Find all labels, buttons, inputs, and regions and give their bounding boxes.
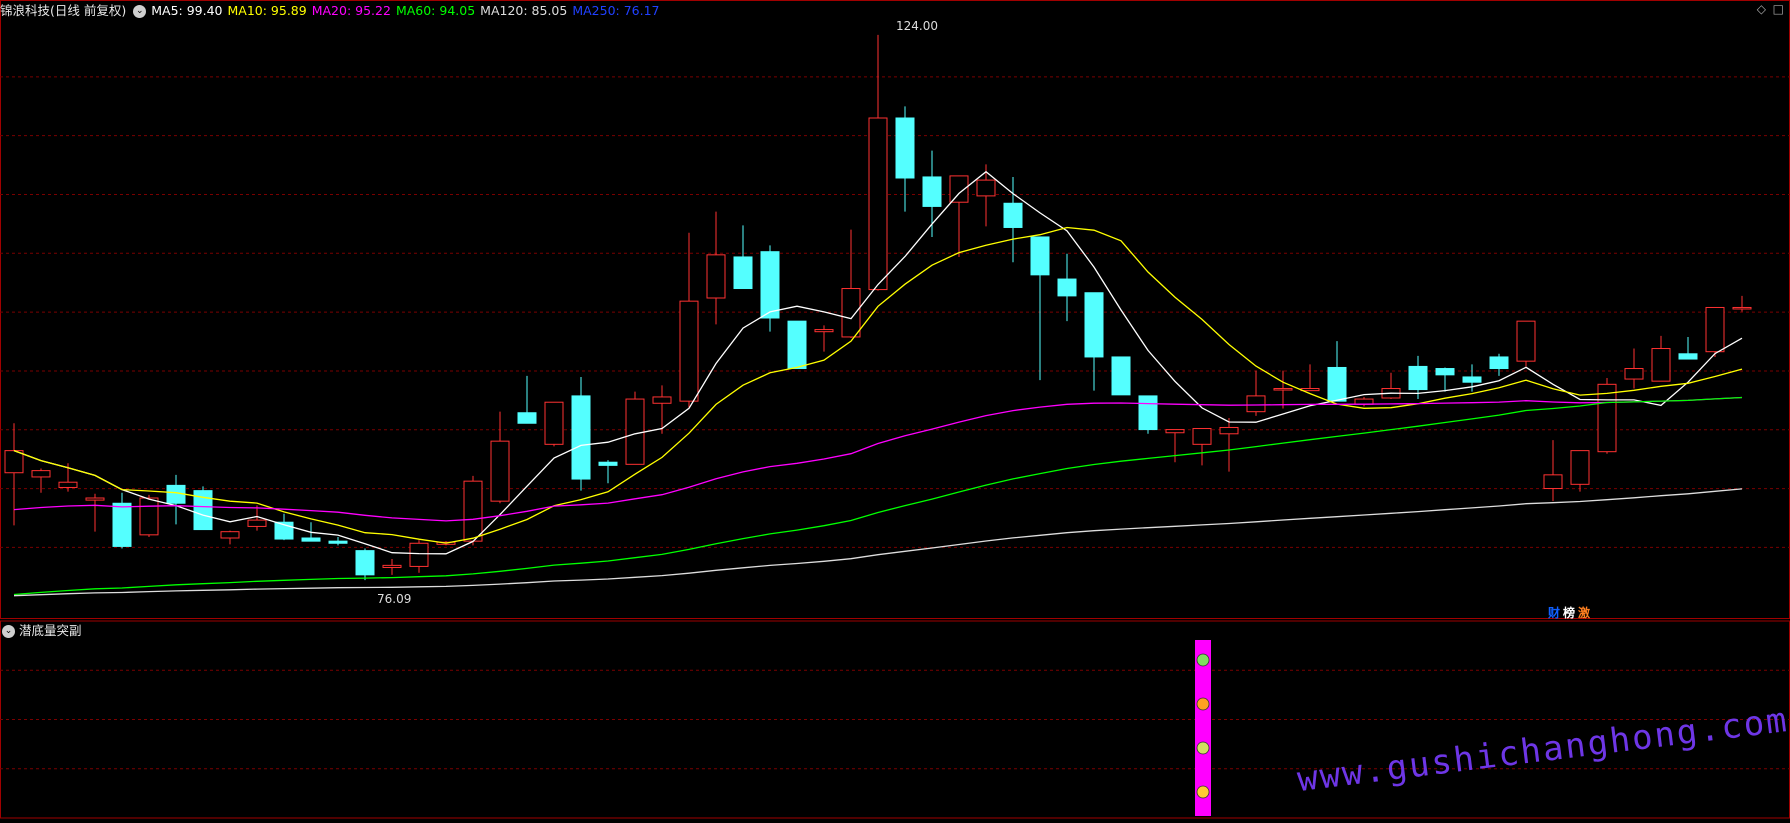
subpanel-title: 潜底量突副 [19, 623, 82, 638]
candle-body [760, 251, 780, 319]
signal-icon [1196, 653, 1210, 667]
ma20-label: MA20: 95.22 [311, 3, 391, 18]
candle-body [1435, 368, 1455, 376]
candle-body [247, 519, 267, 527]
ma250-label: MA250: 76.17 [572, 3, 660, 18]
candle-body [409, 542, 429, 567]
candle-body [328, 540, 348, 544]
candle-body [625, 398, 645, 465]
candle-body [868, 117, 888, 291]
event-tag: 激 [1578, 605, 1590, 620]
candle-body [463, 480, 483, 542]
candle-body [1192, 428, 1212, 445]
main-chart-header: 锦浪科技(日线 前复权) ⌄ MA5: 99.40 MA10: 95.89 MA20: … [0, 0, 1790, 22]
expand-icon[interactable]: □ [1773, 2, 1784, 16]
candle-body [490, 440, 510, 502]
candle-body [841, 288, 861, 338]
candle-body [1138, 395, 1158, 431]
candle-body [1516, 320, 1536, 362]
candle-body [517, 412, 537, 424]
diamond-icon[interactable]: ◇ [1757, 2, 1766, 16]
candle-body [652, 396, 672, 404]
candle-body [1705, 306, 1725, 353]
ma60-line [13, 396, 1743, 596]
ma20-line [13, 396, 1743, 522]
candle-body [1273, 388, 1293, 391]
candle-body [301, 537, 321, 542]
candle-body [679, 300, 699, 402]
candle-body [112, 502, 132, 547]
candle-body [31, 470, 51, 478]
chevron-down-icon[interactable]: ⌄ [2, 625, 15, 638]
candle-body [1651, 348, 1671, 382]
ma5-label: MA5: 99.40 [151, 3, 223, 18]
candle-body [895, 117, 915, 179]
candle-body [382, 564, 402, 568]
candle-body [1003, 202, 1023, 228]
stock-chart-window: 124.00 76.09 财榜激 锦浪科技(日线 前复权) ⌄ MA5: 99.40 MA… [0, 0, 1790, 823]
candle-body [1489, 356, 1509, 370]
candle-body [58, 481, 78, 488]
candle-body [814, 329, 834, 333]
signal-icon [1196, 741, 1210, 755]
chevron-down-icon[interactable]: ⌄ [133, 5, 147, 18]
candle-body [1084, 292, 1104, 358]
chart-canvas: 124.0076.09财榜激 [0, 0, 1790, 819]
candle-body [139, 497, 159, 536]
candle-body [1543, 474, 1563, 490]
candle-body [1732, 306, 1752, 310]
candle-body [220, 531, 240, 539]
candle-body [1111, 356, 1131, 396]
signal-icon [1196, 785, 1210, 799]
candle-body [1165, 429, 1185, 434]
candle-body [1624, 368, 1644, 380]
candle-body [1246, 395, 1266, 413]
signal-icon [1196, 697, 1210, 711]
candle-body [706, 254, 726, 299]
candle-body [1030, 236, 1050, 276]
candle-body [1327, 366, 1347, 402]
ma10-label: MA10: 95.89 [227, 3, 307, 18]
candle-body [787, 320, 807, 370]
event-tag: 榜 [1563, 605, 1575, 620]
candle-body [1462, 376, 1482, 383]
subpanel-header: ⌄ 潜底量突副 [0, 621, 82, 641]
candle-body [976, 179, 996, 197]
candle-body [4, 450, 24, 474]
candle-body [1570, 450, 1590, 485]
candle-body [544, 401, 564, 445]
candle-body [1678, 353, 1698, 360]
candle-body [355, 550, 375, 576]
candle-body [1219, 426, 1239, 435]
candle-body [922, 176, 942, 207]
candle-body [85, 497, 105, 501]
candle-body [571, 395, 591, 480]
low-price-label: 76.09 [377, 592, 411, 606]
candle-body [1057, 278, 1077, 297]
candle-body [598, 461, 618, 466]
stock-title: 锦浪科技(日线 前复权) [0, 3, 127, 18]
candle-body [733, 256, 753, 290]
ma120-line [13, 488, 1743, 597]
ma120-label: MA120: 85.05 [480, 3, 568, 18]
main-panel-frame [0, 0, 1790, 619]
ma60-label: MA60: 94.05 [395, 3, 476, 18]
event-tag: 财 [1547, 605, 1560, 620]
candle-body [1408, 365, 1428, 391]
